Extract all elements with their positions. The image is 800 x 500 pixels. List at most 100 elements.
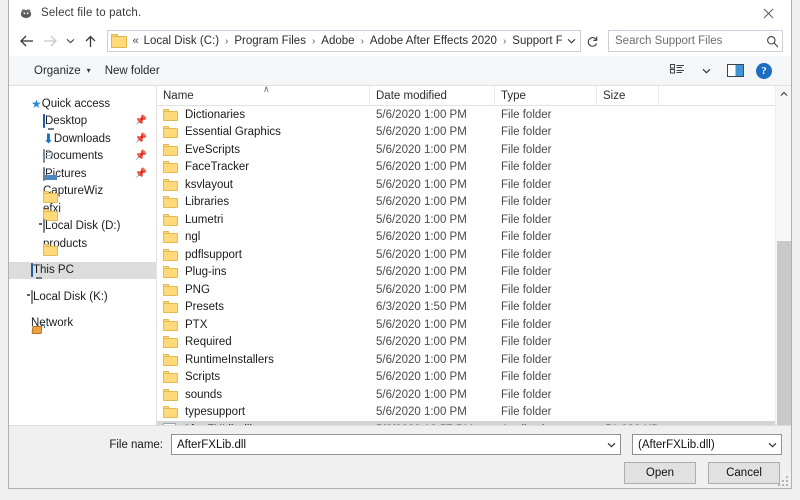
vertical-scrollbar[interactable] [775, 86, 791, 439]
breadcrumb: Local Disk (C:) › Program Files › Adobe … [143, 35, 562, 47]
pin-icon[interactable]: 📌 [135, 116, 147, 127]
pin-icon[interactable]: 📌 [135, 151, 147, 162]
table-row[interactable]: Lumetri 5/6/2020 1:00 PM File folder [157, 211, 791, 229]
table-row[interactable]: typesupport 5/6/2020 1:00 PM File folder [157, 404, 791, 422]
help-button[interactable]: ? [751, 60, 777, 82]
table-row[interactable]: Required 5/6/2020 1:00 PM File folder [157, 334, 791, 352]
breadcrumb-overflow[interactable]: « [132, 35, 143, 47]
organize-button[interactable]: Organize ▾ [27, 62, 98, 80]
breadcrumb-separator[interactable]: › [356, 36, 369, 47]
sidebar-item-local-disk-k[interactable]: Local Disk (K:) [9, 288, 156, 306]
column-header-date-modified[interactable]: Date modified [370, 85, 495, 106]
file-name-chevron-down-icon[interactable] [602, 435, 620, 454]
sidebar-item-local-disk-d[interactable]: Local Disk (D:) [9, 218, 156, 236]
file-name-text: Dictionaries [185, 108, 246, 121]
column-header-name[interactable]: Name ∧ [157, 85, 370, 106]
column-header-size[interactable]: Size [597, 85, 659, 106]
file-type-select[interactable]: (AfterFXLib.dll) [632, 434, 782, 455]
search-icon[interactable] [762, 31, 782, 51]
sidebar-item-downloads[interactable]: ⬇ Downloads 📌 [9, 130, 156, 148]
file-name-text: ngl [185, 231, 201, 244]
file-type-cell: File folder [501, 196, 552, 209]
pin-icon[interactable]: 📌 [135, 168, 147, 179]
scrollbar-thumb[interactable] [777, 241, 791, 439]
navigation-bar: « Local Disk (C:) › Program Files › Adob… [9, 26, 791, 56]
table-row[interactable]: Dictionaries 5/6/2020 1:00 PM File folder [157, 106, 791, 124]
refresh-icon[interactable] [581, 30, 603, 52]
sidebar-divider [9, 253, 156, 262]
forward-arrow-icon[interactable] [38, 29, 61, 53]
file-name-cell: EveScripts [157, 143, 370, 156]
scroll-up-button[interactable] [776, 86, 791, 102]
column-header-name-label: Name [163, 89, 194, 102]
file-type-cell: File folder [501, 336, 552, 349]
table-row[interactable]: ksvlayout 5/6/2020 1:00 PM File folder [157, 176, 791, 194]
star-icon: ★ [31, 96, 42, 111]
breadcrumb-item-4[interactable]: Support Files [511, 35, 562, 47]
file-date-cell: 5/6/2020 1:00 PM [376, 248, 467, 261]
file-name-cell: sounds [157, 388, 370, 401]
table-row[interactable]: PNG 5/6/2020 1:00 PM File folder [157, 281, 791, 299]
scrollbar-track[interactable] [776, 102, 791, 439]
back-arrow-icon[interactable] [15, 29, 38, 53]
sidebar-item-network[interactable]: Network [9, 315, 156, 335]
search-input[interactable]: Search Support Files [608, 30, 784, 52]
sidebar-item-capturewiz[interactable]: CaptureWiz [9, 183, 156, 204]
table-row[interactable]: Plug-ins 5/6/2020 1:00 PM File folder [157, 264, 791, 282]
file-date-cell: 5/6/2020 1:00 PM [376, 108, 467, 121]
view-list-icon[interactable] [664, 60, 690, 82]
breadcrumb-item-3[interactable]: Adobe After Effects 2020 [369, 35, 498, 47]
file-name-input[interactable]: AfterFXLib.dll [171, 434, 621, 455]
folder-icon [163, 196, 178, 209]
cancel-button[interactable]: Cancel [708, 462, 780, 484]
sidebar-item-products[interactable]: products [9, 235, 156, 256]
file-rows[interactable]: Dictionaries 5/6/2020 1:00 PM File folder E… [157, 106, 791, 425]
file-type-cell: File folder [501, 301, 552, 314]
file-type-chevron-down-icon[interactable] [763, 435, 781, 454]
open-button[interactable]: Open [624, 462, 696, 484]
table-row[interactable]: Scripts 5/6/2020 1:00 PM File folder [157, 369, 791, 387]
file-name-text: PNG [185, 283, 210, 296]
table-row[interactable]: Essential Graphics 5/6/2020 1:00 PM File f… [157, 124, 791, 142]
breadcrumb-item-0[interactable]: Local Disk (C:) [143, 35, 220, 47]
sidebar-item-desktop[interactable]: Desktop 📌 [9, 113, 156, 131]
breadcrumb-item-2[interactable]: Adobe [320, 35, 355, 47]
sidebar-item-label: Desktop [45, 115, 88, 128]
navigation-sidebar[interactable]: ★ Quick access Desktop 📌 ⬇ Downloads 📌 D… [9, 86, 157, 425]
table-row[interactable]: PTX 5/6/2020 1:00 PM File folder [157, 316, 791, 334]
table-row[interactable]: FaceTracker 5/6/2020 1:00 PM File folder [157, 159, 791, 177]
breadcrumb-separator[interactable]: › [307, 36, 320, 47]
breadcrumb-bar[interactable]: « Local Disk (C:) › Program Files › Adob… [106, 30, 582, 52]
close-button[interactable] [745, 0, 791, 26]
pin-icon[interactable]: 📌 [135, 133, 147, 144]
resize-grip[interactable] [776, 474, 788, 486]
table-row[interactable]: RuntimeInstallers 5/6/2020 1:00 PM File fo… [157, 351, 791, 369]
table-row[interactable]: EveScripts 5/6/2020 1:00 PM File folder [157, 141, 791, 159]
table-row[interactable]: Libraries 5/6/2020 1:00 PM File folder [157, 194, 791, 212]
file-name-cell: RuntimeInstallers [157, 353, 370, 366]
search-placeholder: Search Support Files [615, 35, 723, 47]
sidebar-item-efxi[interactable]: efxi [9, 200, 156, 221]
sidebar-item-documents[interactable]: Documents 📌 [9, 148, 156, 166]
breadcrumb-separator[interactable]: › [220, 36, 233, 47]
table-row[interactable]: Presets 6/3/2020 1:50 PM File folder [157, 299, 791, 317]
table-row[interactable]: pdflsupport 5/6/2020 1:00 PM File folder [157, 246, 791, 264]
sidebar-item-quick-access[interactable]: ★ Quick access [9, 95, 156, 113]
breadcrumb-item-1[interactable]: Program Files [233, 35, 307, 47]
sidebar-item-pictures[interactable]: Pictures 📌 [9, 165, 156, 183]
column-header-type[interactable]: Type [495, 85, 597, 106]
file-date-cell: 5/6/2020 1:00 PM [376, 196, 467, 209]
breadcrumb-chevron-down-icon[interactable] [562, 31, 580, 51]
recent-locations-chevron-down-icon[interactable] [61, 29, 79, 53]
breadcrumb-separator[interactable]: › [498, 36, 511, 47]
table-row[interactable]: sounds 5/6/2020 1:00 PM File folder [157, 386, 791, 404]
table-row[interactable]: ngl 5/6/2020 1:00 PM File folder [157, 229, 791, 247]
sidebar-item-this-pc[interactable]: This PC [9, 261, 156, 279]
preview-pane-icon[interactable] [722, 60, 748, 82]
file-type-cell: File folder [501, 371, 552, 384]
sort-ascending-icon: ∧ [263, 85, 270, 94]
view-chevron-down-icon[interactable] [693, 60, 719, 82]
up-arrow-icon[interactable] [79, 29, 102, 53]
new-folder-button[interactable]: New folder [98, 62, 167, 80]
app-icon [18, 5, 34, 21]
